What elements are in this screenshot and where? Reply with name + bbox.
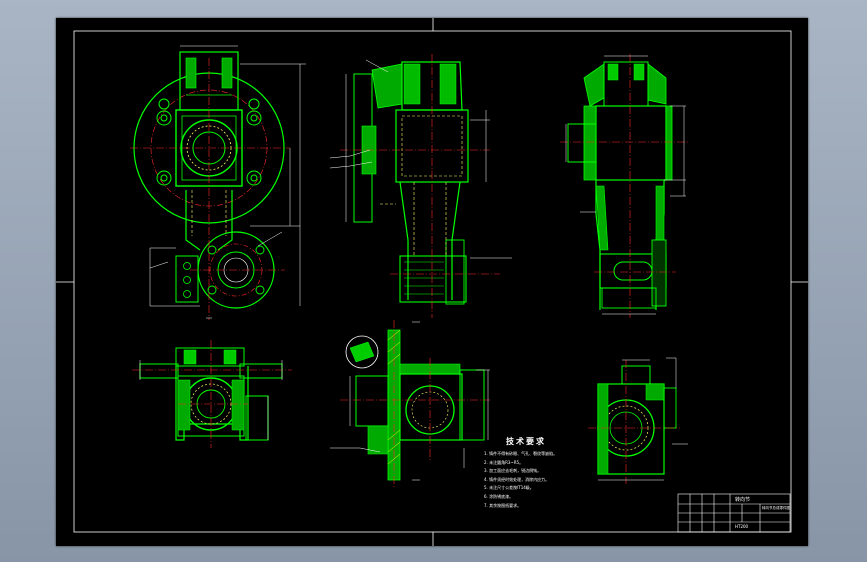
front-view [130, 45, 306, 320]
note-line: 1. 铸件不得有砂眼、气孔、裂纹等缺陷。 [484, 451, 558, 456]
note-line: 7. 其余按图纸要求。 [484, 502, 522, 508]
notes-heading: 技术要求 [506, 437, 546, 446]
title-block-material: HT200 [735, 524, 749, 529]
cad-drawing [56, 18, 808, 546]
title-block-name: 转向节 [735, 497, 751, 503]
note-line: 4. 铸件须经时效处理，消除内应力。 [484, 476, 550, 482]
note-line: 5. 未注尺寸公差按IT14级。 [484, 485, 534, 491]
note-line: 2. 未注圆角R3~R5。 [484, 459, 524, 465]
bottom-view [132, 340, 292, 448]
title-block-part: 转向节总成零件图 [762, 506, 790, 510]
section-b-view [330, 320, 490, 488]
notes-list: 1. 铸件不得有砂眼、气孔、裂纹等缺陷。 2. 未注圆角R3~R5。 3. 加工面应… [484, 450, 674, 510]
note-line: 6. 涂防锈底漆。 [484, 493, 514, 499]
right-section-view [560, 54, 690, 318]
technical-notes: 技术要求 1. 铸件不得有砂眼、气孔、裂纹等缺陷。 2. 未注圆角R3~R5。 3.… [484, 436, 674, 510]
side-section-view [329, 54, 512, 323]
title-block [677, 493, 791, 533]
note-line: 3. 加工面应去毛刺，锐边倒钝。 [484, 468, 542, 474]
